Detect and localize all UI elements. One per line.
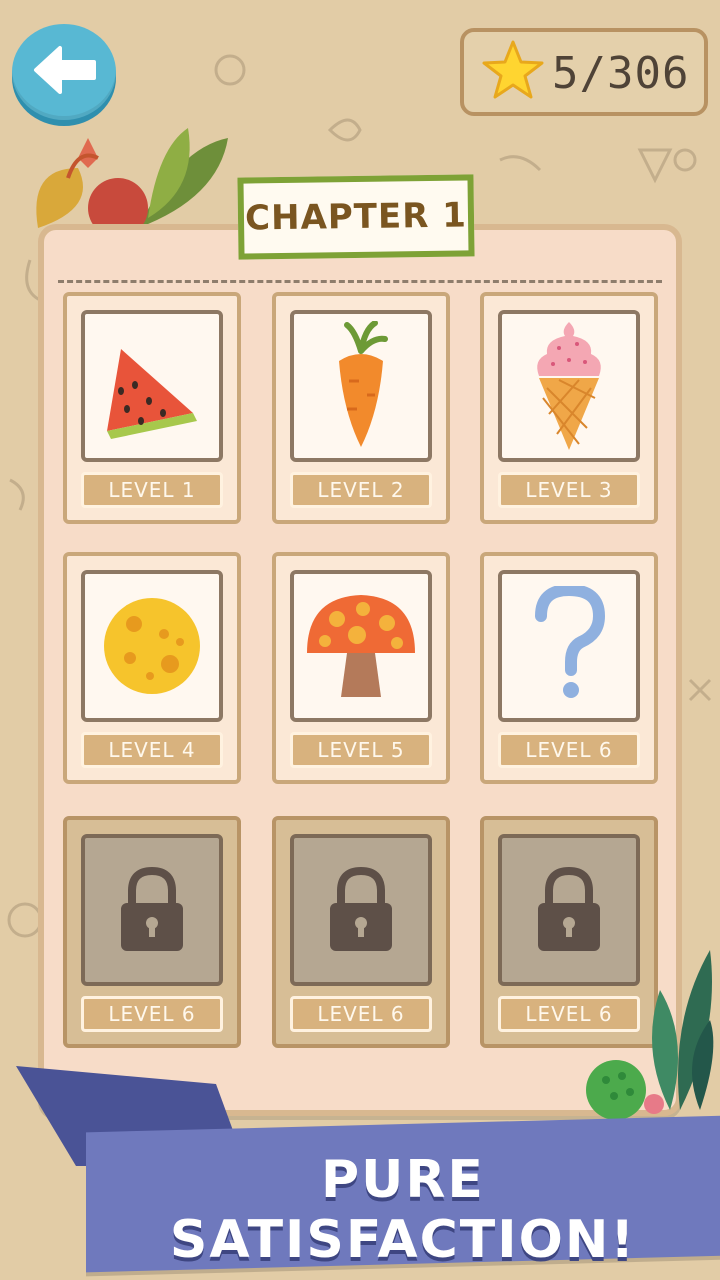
level-label: LEVEL 2 [290, 472, 432, 508]
back-button[interactable] [12, 24, 116, 120]
level-image [81, 570, 223, 722]
chapter-title-tag: CHAPTER 1 [237, 174, 475, 260]
level-card-1[interactable]: LEVEL 1 [63, 292, 241, 524]
level-image [290, 310, 432, 462]
level-image [498, 570, 640, 722]
question-mark-icon [535, 586, 606, 698]
level-card-5[interactable]: LEVEL 5 [272, 552, 450, 784]
watermelon-icon [107, 349, 197, 439]
level-image [498, 310, 640, 462]
lock-icon [121, 866, 183, 951]
level-label: LEVEL 6 [81, 996, 223, 1032]
level-image [81, 834, 223, 986]
promo-banner-text: PURE SATISFACTION! [169, 1150, 637, 1270]
divider [58, 280, 662, 283]
star-counter: 5/306 [460, 28, 708, 116]
level-card-3[interactable]: LEVEL 3 [480, 292, 658, 524]
level-label: LEVEL 4 [81, 732, 223, 768]
level-image [81, 310, 223, 462]
carrot-icon [339, 321, 388, 447]
level-image [290, 570, 432, 722]
level-label: LEVEL 1 [81, 472, 223, 508]
level-label: LEVEL 6 [498, 732, 640, 768]
star-count-text: 5/306 [552, 48, 690, 99]
level-card-2[interactable]: LEVEL 2 [272, 292, 450, 524]
level-image [290, 834, 432, 986]
level-card-6[interactable]: LEVEL 6 [480, 552, 658, 784]
plant-decoration-icon [586, 950, 714, 1120]
ice-cream-icon [537, 322, 601, 450]
level-card-8-locked[interactable]: LEVEL 6 [272, 816, 450, 1048]
lock-icon [330, 866, 392, 951]
level-card-7-locked[interactable]: LEVEL 6 [63, 816, 241, 1048]
level-label: LEVEL 6 [290, 996, 432, 1032]
chapter-title: CHAPTER 1 [244, 195, 468, 239]
level-card-4[interactable]: LEVEL 4 [63, 552, 241, 784]
mushroom-icon [307, 595, 415, 697]
level-label: LEVEL 3 [498, 472, 640, 508]
star-icon [482, 40, 544, 99]
level-label: LEVEL 5 [290, 732, 432, 768]
back-arrow-icon [34, 46, 96, 94]
cheese-icon [104, 598, 200, 694]
